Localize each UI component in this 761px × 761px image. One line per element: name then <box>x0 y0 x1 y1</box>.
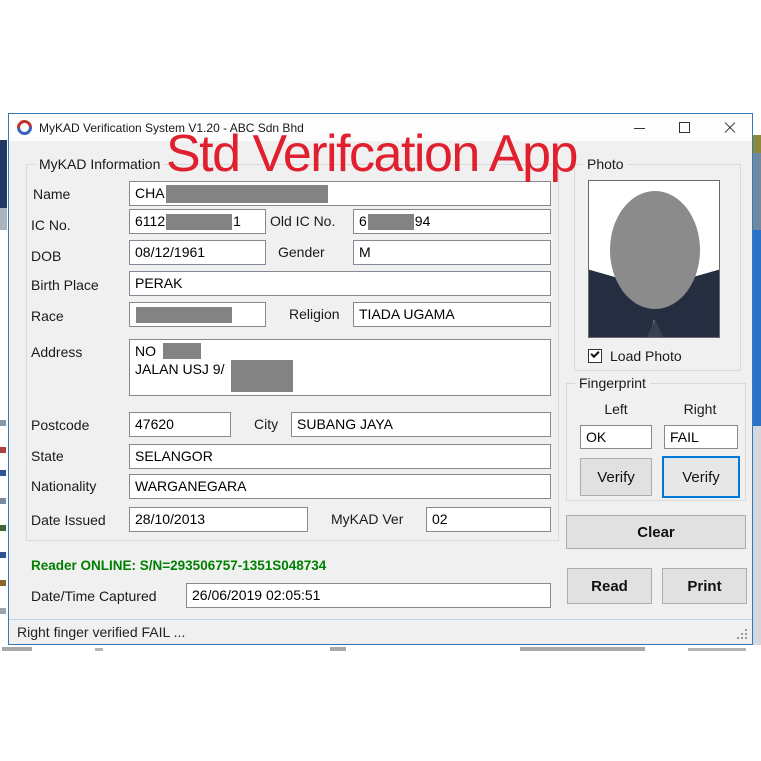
ic-no-label: IC No. <box>31 217 71 233</box>
load-photo-label: Load Photo <box>610 348 682 364</box>
app-icon <box>14 117 35 138</box>
name-label: Name <box>33 186 70 202</box>
race-redaction <box>136 307 232 323</box>
gender-field[interactable]: M <box>353 240 551 265</box>
datetime-captured-field[interactable]: 26/06/2019 02:05:51 <box>186 583 551 608</box>
city-field[interactable]: SUBANG JAYA <box>291 412 551 437</box>
race-field[interactable] <box>129 302 266 327</box>
left-finger-label: Left <box>577 401 655 417</box>
id-photo <box>588 180 720 338</box>
ic-redaction <box>166 214 232 230</box>
religion-field[interactable]: TIADA UGAMA <box>353 302 551 327</box>
state-field[interactable]: SELANGOR <box>129 444 551 469</box>
minimize-icon <box>634 128 645 129</box>
ic-prefix: 6112 <box>135 213 165 229</box>
name-value: CHA <box>135 185 165 201</box>
verify-right-button[interactable]: Verify <box>662 456 740 498</box>
date-issued-label: Date Issued <box>31 512 106 528</box>
window-title: MyKAD Verification System V1.20 - ABC Sd… <box>39 121 304 135</box>
nationality-field[interactable]: WARGANEGARA <box>129 474 551 499</box>
old-ic-no-label: Old IC No. <box>270 213 335 229</box>
photo-face-redaction <box>610 191 700 309</box>
left-finger-result[interactable]: OK <box>580 425 652 449</box>
photo-group-title: Photo <box>583 156 628 172</box>
address-line1: NO <box>135 343 156 359</box>
close-button[interactable] <box>707 114 752 141</box>
birth-place-label: Birth Place <box>31 277 99 293</box>
fingerprint-group: Fingerprint Left Right OK FAIL Verify Ve… <box>566 383 746 501</box>
city-label: City <box>254 416 278 432</box>
mykad-information-title: MyKAD Information <box>35 156 164 172</box>
clear-button[interactable]: Clear <box>566 515 746 549</box>
load-photo-checkbox[interactable] <box>588 349 602 363</box>
maximize-icon <box>679 122 690 133</box>
address-field[interactable]: NO JALAN USJ 9/ <box>129 339 551 396</box>
app-window: MyKAD Verification System V1.20 - ABC Sd… <box>8 113 753 645</box>
old-ic-no-field[interactable]: 6 94 <box>353 209 551 234</box>
read-button[interactable]: Read <box>567 568 652 604</box>
old-ic-redaction <box>368 214 414 230</box>
right-finger-result[interactable]: FAIL <box>664 425 738 449</box>
ic-no-field[interactable]: 6112 1 <box>129 209 266 234</box>
name-field[interactable]: CHA <box>129 181 551 206</box>
address-redaction-1 <box>163 343 201 359</box>
minimize-button[interactable] <box>617 114 662 141</box>
maximize-button[interactable] <box>662 114 707 141</box>
date-issued-field[interactable]: 28/10/2013 <box>129 507 308 532</box>
photo-collar-shadow <box>647 319 663 337</box>
old-ic-suffix: 94 <box>415 213 431 229</box>
mykad-ver-label: MyKAD Ver <box>331 511 403 527</box>
status-bar: Right finger verified FAIL ... <box>9 619 752 644</box>
religion-label: Religion <box>289 306 340 322</box>
state-label: State <box>31 448 64 464</box>
old-ic-prefix: 6 <box>359 213 367 229</box>
dob-field[interactable]: 08/12/1961 <box>129 240 266 265</box>
photo-group: Photo Load Photo <box>574 164 741 371</box>
postcode-field[interactable]: 47620 <box>129 412 231 437</box>
desktop-background: Std Verifcation App MyKAD Verification S… <box>0 0 761 761</box>
checkmark-icon <box>590 349 599 358</box>
address-line2: JALAN USJ 9/ <box>135 361 224 377</box>
title-bar[interactable]: MyKAD Verification System V1.20 - ABC Sd… <box>9 114 752 141</box>
address-label: Address <box>31 344 82 360</box>
reader-status: Reader ONLINE: S/N=293506757-1351S048734 <box>31 558 326 573</box>
right-finger-label: Right <box>659 401 741 417</box>
name-redaction <box>166 185 328 203</box>
datetime-captured-label: Date/Time Captured <box>31 588 157 604</box>
print-button[interactable]: Print <box>662 568 747 604</box>
resize-grip-icon[interactable] <box>745 629 747 631</box>
nationality-label: Nationality <box>31 478 96 494</box>
verify-left-button[interactable]: Verify <box>580 458 652 496</box>
fingerprint-group-title: Fingerprint <box>575 375 650 391</box>
status-text: Right finger verified FAIL ... <box>17 624 185 640</box>
dob-label: DOB <box>31 248 61 264</box>
ic-suffix: 1 <box>233 213 241 229</box>
race-label: Race <box>31 308 64 324</box>
birth-place-field[interactable]: PERAK <box>129 271 551 296</box>
gender-label: Gender <box>278 244 325 260</box>
mykad-ver-field[interactable]: 02 <box>426 507 551 532</box>
postcode-label: Postcode <box>31 417 89 433</box>
address-redaction-2 <box>231 360 293 392</box>
